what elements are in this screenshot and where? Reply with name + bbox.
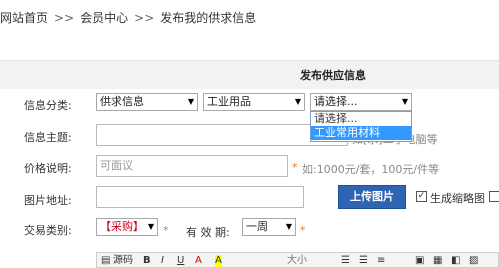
chevron-down-icon: ▼ bbox=[187, 97, 194, 106]
trade-select[interactable]: 【采购】 ▼ bbox=[96, 218, 158, 236]
category-select-2[interactable]: 工业用品 ▼ bbox=[203, 93, 305, 111]
highlight-button[interactable]: A bbox=[215, 255, 222, 267]
breadcrumb-separator: >> bbox=[54, 11, 75, 25]
validity-select-value: 一周 bbox=[246, 220, 268, 233]
image-label: 图片地址: bbox=[24, 194, 72, 207]
source-button[interactable]: 源码 bbox=[113, 255, 133, 267]
font-color-button[interactable]: A bbox=[195, 255, 202, 267]
category-select-1[interactable]: 供求信息 ▼ bbox=[96, 93, 198, 111]
price-placeholder: 可面议 bbox=[100, 159, 133, 172]
panel-header bbox=[0, 60, 499, 89]
extra-checkbox[interactable] bbox=[489, 191, 499, 202]
required-star: * bbox=[300, 224, 306, 237]
italic-button[interactable]: I bbox=[161, 255, 164, 267]
underline-button[interactable]: U bbox=[177, 255, 184, 267]
breadcrumb: 网站首页 >> 会员中心 >> 发布我的供求信息 bbox=[0, 9, 256, 26]
upload-image-button[interactable]: 上传图片 bbox=[338, 185, 406, 209]
chevron-down-icon: ▼ bbox=[147, 222, 154, 231]
align-icon[interactable]: ≡ bbox=[377, 255, 385, 267]
dropdown-option[interactable]: 请选择... bbox=[311, 112, 411, 126]
dropdown-option-selected[interactable]: 工业常用材料 bbox=[311, 126, 411, 140]
breadcrumb-home[interactable]: 网站首页 bbox=[0, 11, 48, 25]
price-input[interactable]: 可面议 bbox=[96, 155, 288, 177]
link-icon[interactable]: ◧ bbox=[451, 255, 460, 267]
required-star: * bbox=[163, 224, 169, 237]
price-hint: 如:1000元/套，100元/件等 bbox=[302, 163, 440, 176]
font-size-select[interactable]: 大小 bbox=[287, 255, 307, 267]
chevron-down-icon: ▼ bbox=[294, 97, 301, 106]
table-icon[interactable]: ▦ bbox=[433, 255, 442, 267]
required-star: * bbox=[292, 161, 298, 174]
validity-label: 有 效 期: bbox=[186, 226, 230, 239]
category-label: 信息分类: bbox=[24, 99, 72, 112]
validity-select[interactable]: 一周 ▼ bbox=[242, 218, 296, 236]
panel-title: 发布供应信息 bbox=[300, 69, 366, 82]
category-select-3-value: 请选择... bbox=[314, 95, 358, 108]
bold-button[interactable]: B bbox=[143, 255, 151, 267]
trade-label: 交易类别: bbox=[24, 224, 72, 237]
chevron-down-icon: ▼ bbox=[285, 222, 292, 231]
unordered-list-icon[interactable]: ☰ bbox=[359, 255, 368, 267]
price-label: 价格说明: bbox=[24, 162, 72, 175]
category-select-3[interactable]: 请选择... ▼ bbox=[310, 93, 412, 111]
category-dropdown-list: 请选择... 工业常用材料 bbox=[310, 111, 412, 142]
ordered-list-icon[interactable]: ☰ bbox=[341, 255, 350, 267]
image-url-input[interactable] bbox=[96, 186, 304, 208]
category-select-1-value: 供求信息 bbox=[100, 95, 144, 108]
breadcrumb-separator: >> bbox=[134, 11, 155, 25]
image-icon[interactable]: ▣ bbox=[415, 255, 424, 267]
subject-label: 信息主题: bbox=[24, 131, 72, 144]
trade-select-value: 【采购】 bbox=[100, 220, 144, 233]
category-select-2-value: 工业用品 bbox=[207, 95, 251, 108]
media-icon[interactable]: ▨ bbox=[469, 255, 478, 267]
thumbnail-label: 生成缩略图 bbox=[430, 192, 485, 205]
thumbnail-checkbox[interactable]: ✓ bbox=[416, 191, 427, 202]
source-icon[interactable]: ▤ bbox=[101, 255, 110, 267]
breadcrumb-current: 发布我的供求信息 bbox=[160, 11, 257, 25]
chevron-down-icon: ▼ bbox=[401, 97, 408, 106]
breadcrumb-member-center[interactable]: 会员中心 bbox=[80, 11, 128, 25]
